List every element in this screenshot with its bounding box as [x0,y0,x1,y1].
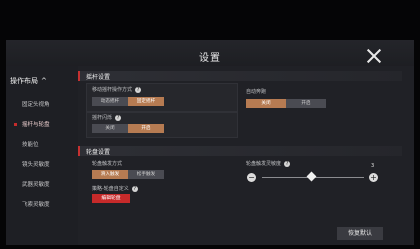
sidebar-item-weapon-sensitivity[interactable]: 武器灵敏度 [14,180,50,188]
label-text: 策略-轮盘自定义 [92,186,129,192]
sidebar-heading[interactable]: 操作布局 ^ [10,76,47,86]
chevron-up-icon: ^ [41,77,47,85]
option-release-trigger[interactable]: 松手触发 [128,170,164,179]
option-on[interactable]: 开启 [286,99,326,108]
restore-default-button[interactable]: 恢复默认 [337,227,383,240]
sidebar-item-label: 镜头灵敏度 [22,162,50,168]
help-icon[interactable]: ? [284,160,291,167]
wheel-custom-label: 策略-轮盘自定义? [92,185,138,192]
edit-wheel-button[interactable]: 编辑轮盘 [92,194,130,203]
sidebar-item-label: 飞索灵敏度 [22,202,50,208]
wheel-sensitivity-value: 3 [371,163,375,169]
option-fixed[interactable]: 固定摇杆 [128,97,164,106]
label-text: 摇杆闪烁 [92,115,113,121]
joystick-lock-label: 摇杆闪烁? [92,114,122,121]
plus-icon[interactable]: + [369,173,378,182]
section-header-wheel: 轮盘设置 [78,146,402,156]
option-slide-trigger[interactable]: 滑入触发 [92,170,128,179]
sidebar-heading-label: 操作布局 [10,77,38,85]
auto-run-toggle[interactable]: 关闭 开启 [246,99,326,108]
joystick-lock-toggle[interactable]: 关闭 开启 [92,124,164,133]
sidebar-item-camera-sensitivity[interactable]: 镜头灵敏度 [14,160,50,168]
option-off[interactable]: 关闭 [246,99,286,108]
sidebar-item-skill-slot[interactable]: 技能位 [14,140,39,148]
sidebar-item-joystick-wheel[interactable]: 摇杆与轮盘 [14,120,50,128]
sidebar-item-label: 技能位 [22,142,39,148]
close-icon[interactable] [366,48,382,64]
sidebar-item-fixed-view[interactable]: 固定头视角 [14,100,50,108]
section-title: 摇杆设置 [86,74,111,81]
option-dynamic[interactable]: 动态摇杆 [92,97,128,106]
option-off[interactable]: 关闭 [92,124,128,133]
section-header-joystick: 摇杆设置 [78,71,402,81]
wheel-trigger-toggle[interactable]: 滑入触发 松手触发 [92,170,164,179]
sidebar-item-label: 武器灵敏度 [22,182,50,188]
help-icon[interactable]: ? [135,86,142,93]
sidebar-item-label: 摇杆与轮盘 [22,122,50,128]
wheel-trigger-label: 轮盘触发方式 [92,161,123,167]
auto-run-label: 自动奔跑 [246,89,267,95]
sidebar-item-grapple-sensitivity[interactable]: 飞索灵敏度 [14,200,50,208]
sidebar-item-label: 固定头视角 [22,102,50,108]
page-title: 设置 [199,53,221,64]
label-text: 移动摇杆操作方式 [92,87,133,93]
sidebar [6,66,78,245]
joystick-mode-label: 移动摇杆操作方式? [92,86,142,93]
help-icon[interactable]: ? [131,185,138,192]
section-title: 轮盘设置 [86,149,111,156]
option-on[interactable]: 开启 [128,124,164,133]
wheel-sensitivity-label: 轮盘触发灵敏度? [246,160,291,167]
active-dot-icon [14,123,17,126]
help-icon[interactable]: ? [115,114,122,121]
joystick-mode-toggle[interactable]: 动态摇杆 固定摇杆 [92,97,164,106]
minus-icon[interactable]: − [247,173,256,182]
label-text: 轮盘触发灵敏度 [246,161,282,167]
